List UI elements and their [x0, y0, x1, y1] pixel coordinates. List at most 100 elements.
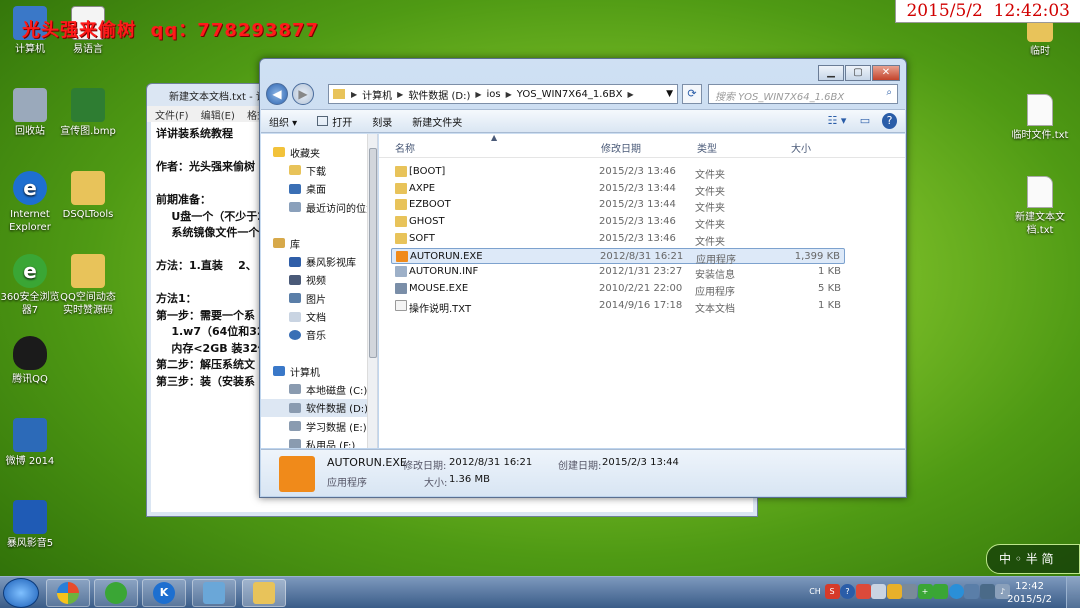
keyboard-icon[interactable] — [871, 584, 886, 599]
details-pane: AUTORUN.EXE 修改日期: 2012/8/31 16:21 创建日期: … — [261, 449, 905, 496]
file-row[interactable]: MOUSE.EXE 2010/2/21 22:00 应用程序 5 KB — [391, 281, 845, 298]
nav-favorites[interactable]: 收藏夹 — [261, 143, 377, 161]
taskbar-clock[interactable]: 12:42 2015/5/2 — [1007, 580, 1052, 606]
new-folder-button[interactable]: 新建文件夹 — [412, 114, 462, 129]
file-row[interactable]: AUTORUN.INF 2012/1/31 23:27 安装信息 1 KB — [391, 264, 845, 281]
notepad-menu-file[interactable]: 文件(F) — [155, 111, 189, 122]
desktop-icon-360-browser[interactable]: e 360安全浏览器7 — [0, 254, 62, 317]
explorer-window[interactable]: ▁ ▢ ✕ ◀ ▶ ▶ 计算机 ▶ 软件数据 (D:) ▶ ios ▶ YOS_… — [259, 58, 907, 498]
taskbar-app-360-browser[interactable] — [94, 579, 138, 607]
file-row[interactable]: AUTORUN.EXE 2012/8/31 16:21 应用程序 1,399 KB — [391, 247, 845, 266]
nav-drive-e[interactable]: 学习数据 (E:) — [261, 417, 377, 435]
video-icon — [289, 274, 301, 285]
scrollbar-thumb[interactable] — [369, 148, 377, 358]
preview-pane-icon[interactable]: ▭ — [854, 113, 876, 129]
antivirus-icon[interactable]: S — [824, 584, 840, 599]
breadcrumb-computer[interactable]: 计算机 — [362, 87, 392, 102]
view-options-icon[interactable]: ☷ ▾ — [826, 113, 848, 129]
view-controls: ☷ ▾ ▭ ? — [820, 113, 897, 129]
file-row[interactable]: GHOST 2015/2/3 13:46 文件夹 — [391, 214, 845, 231]
navigation-scrollbar[interactable] — [367, 134, 377, 448]
breadcrumb-ios[interactable]: ios — [487, 89, 501, 100]
open-button[interactable]: 打开 — [332, 114, 352, 129]
close-button[interactable]: ✕ — [872, 65, 900, 81]
nav-drive-f[interactable]: 私用品 (F:) — [261, 435, 377, 448]
download-folder-icon — [289, 165, 301, 176]
file-date: 2015/2/3 13:46 — [599, 216, 676, 228]
nav-documents[interactable]: 文档 — [261, 307, 377, 325]
shield-icon[interactable] — [933, 584, 948, 599]
search-input[interactable]: 搜索 YOS_WIN7X64_1.6BX ⌕ — [708, 84, 898, 104]
taskbar-app-games[interactable] — [46, 579, 90, 607]
desktop-icon-temp-folder[interactable]: 临时 — [1008, 20, 1072, 58]
taskbar-app-k[interactable]: K — [142, 579, 186, 607]
refresh-button[interactable]: ⟳ — [682, 84, 702, 104]
desktop-icon-qzone-source[interactable]: QQ空间动态实时赞源码 — [56, 254, 120, 317]
back-button[interactable]: ◀ — [266, 83, 288, 105]
recent-places-icon — [289, 202, 301, 213]
sort-arrow-icon: ▲ — [491, 133, 498, 142]
nav-computer[interactable]: 计算机 — [261, 362, 377, 380]
nav-pictures[interactable]: 图片 — [261, 289, 377, 307]
file-row[interactable]: SOFT 2015/2/3 13:46 文件夹 — [391, 231, 845, 248]
text-file-icon — [1027, 94, 1053, 126]
organize-button[interactable]: 组织 ▾ — [269, 114, 297, 129]
nav-downloads[interactable]: 下载 — [261, 161, 377, 179]
desktop-icon-weibo[interactable]: 微博 2014 — [0, 418, 62, 468]
show-desktop-button[interactable] — [1066, 577, 1080, 608]
file-row[interactable]: AXPE 2015/2/3 13:44 文件夹 — [391, 181, 845, 198]
desktop-icon-ie[interactable]: e Internet Explorer — [0, 171, 62, 234]
desktop-icon-recycle-bin[interactable]: 回收站 — [0, 88, 62, 138]
tray-item-icon[interactable] — [979, 584, 995, 599]
desktop-icon-dsqltools[interactable]: DSQLTools — [56, 171, 120, 221]
tray-item-icon[interactable] — [886, 584, 902, 599]
column-name[interactable]: 名称 — [395, 140, 415, 155]
nav-drive-c[interactable]: 本地磁盘 (C:) — [261, 380, 377, 398]
nav-music[interactable]: 音乐 — [261, 326, 377, 344]
window-controls: ▁ ▢ ✕ — [817, 65, 900, 81]
document-icon — [289, 311, 301, 322]
column-date[interactable]: 修改日期 — [601, 140, 641, 155]
ie-icon: e — [13, 171, 47, 205]
tray-item-icon[interactable] — [902, 584, 917, 599]
file-row[interactable]: 操作说明.TXT 2014/9/16 17:18 文本文档 1 KB — [391, 298, 845, 315]
desktop-icon-qq[interactable]: 腾讯QQ — [0, 336, 62, 386]
file-name: GHOST — [409, 216, 445, 228]
desktop-icon-baofeng[interactable]: 暴风影音5 — [0, 500, 62, 550]
taskbar-app-notepad[interactable] — [192, 579, 236, 607]
nav-drive-d[interactable]: 软件数据 (D:) — [261, 398, 377, 417]
file-type: 应用程序 — [695, 286, 735, 298]
column-type[interactable]: 类型 — [697, 140, 717, 155]
maximize-button[interactable]: ▢ — [845, 65, 871, 81]
nav-videos[interactable]: 视频 — [261, 271, 377, 289]
minimize-button[interactable]: ▁ — [818, 65, 844, 81]
address-bar[interactable]: ▶ 计算机 ▶ 软件数据 (D:) ▶ ios ▶ YOS_WIN7X64_1.… — [328, 84, 678, 104]
notepad-menu-edit[interactable]: 编辑(E) — [201, 111, 235, 122]
network-icon[interactable] — [964, 584, 979, 599]
desktop-icon-new-txt[interactable]: 新建文本文档.txt — [1008, 176, 1072, 237]
forward-button[interactable]: ▶ — [292, 83, 314, 105]
breadcrumb-drive-d[interactable]: 软件数据 (D:) — [408, 87, 470, 102]
desktop-icon-promo-bmp[interactable]: 宣传图.bmp — [56, 88, 120, 138]
language-indicator[interactable]: CH — [806, 584, 824, 599]
chevron-right-icon: ▶ — [475, 89, 482, 99]
nav-recent-places[interactable]: 最近访问的位置 — [261, 198, 377, 216]
add-icon[interactable]: + — [917, 584, 933, 599]
file-row[interactable]: [BOOT] 2015/2/3 13:46 文件夹 — [391, 164, 845, 181]
ime-toolbar[interactable]: 中 ◦ 半 简 — [986, 544, 1080, 574]
help-icon[interactable]: ? — [840, 584, 855, 599]
taskbar-app-explorer[interactable] — [242, 579, 286, 607]
desktop-icon-temp-txt[interactable]: 临时文件.txt — [1008, 94, 1072, 142]
file-row[interactable]: EZBOOT 2015/2/3 13:44 文件夹 — [391, 197, 845, 214]
breadcrumb-yos[interactable]: YOS_WIN7X64_1.6BX — [517, 89, 623, 100]
tray-item-icon[interactable] — [948, 584, 964, 599]
burn-button[interactable]: 刻录 — [372, 114, 392, 129]
chevron-down-icon[interactable]: ▼ — [666, 89, 673, 99]
nav-baofeng-library[interactable]: 暴风影视库 — [261, 252, 377, 270]
tray-item-icon[interactable] — [855, 584, 871, 599]
help-icon[interactable]: ? — [882, 113, 897, 129]
column-size[interactable]: 大小 — [791, 140, 811, 155]
start-button[interactable] — [3, 578, 39, 608]
nav-desktop[interactable]: 桌面 — [261, 180, 377, 198]
nav-libraries[interactable]: 库 — [261, 234, 377, 252]
